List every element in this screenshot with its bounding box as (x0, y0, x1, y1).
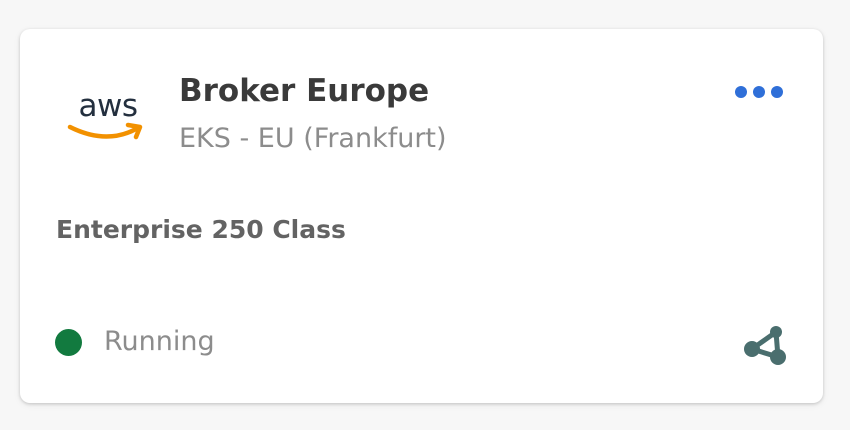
more-options-button[interactable] (728, 77, 790, 107)
status-label: Running (104, 326, 215, 357)
service-class: Enterprise 250 Class (56, 215, 346, 244)
broker-title: Broker Europe (179, 73, 430, 109)
aws-smile-icon (67, 122, 143, 140)
more-horizontal-icon-dot-3 (771, 86, 783, 98)
aws-logo: aws (66, 89, 150, 147)
status-indicator-icon (55, 329, 82, 356)
share-network-icon[interactable] (740, 320, 790, 370)
broker-card[interactable]: aws Broker Europe EKS - EU (Frankfurt) E… (20, 29, 823, 403)
more-horizontal-icon-dot-2 (753, 86, 765, 98)
aws-logo-text: aws (78, 88, 138, 124)
more-horizontal-icon (735, 86, 747, 98)
broker-region: EKS - EU (Frankfurt) (179, 123, 447, 154)
